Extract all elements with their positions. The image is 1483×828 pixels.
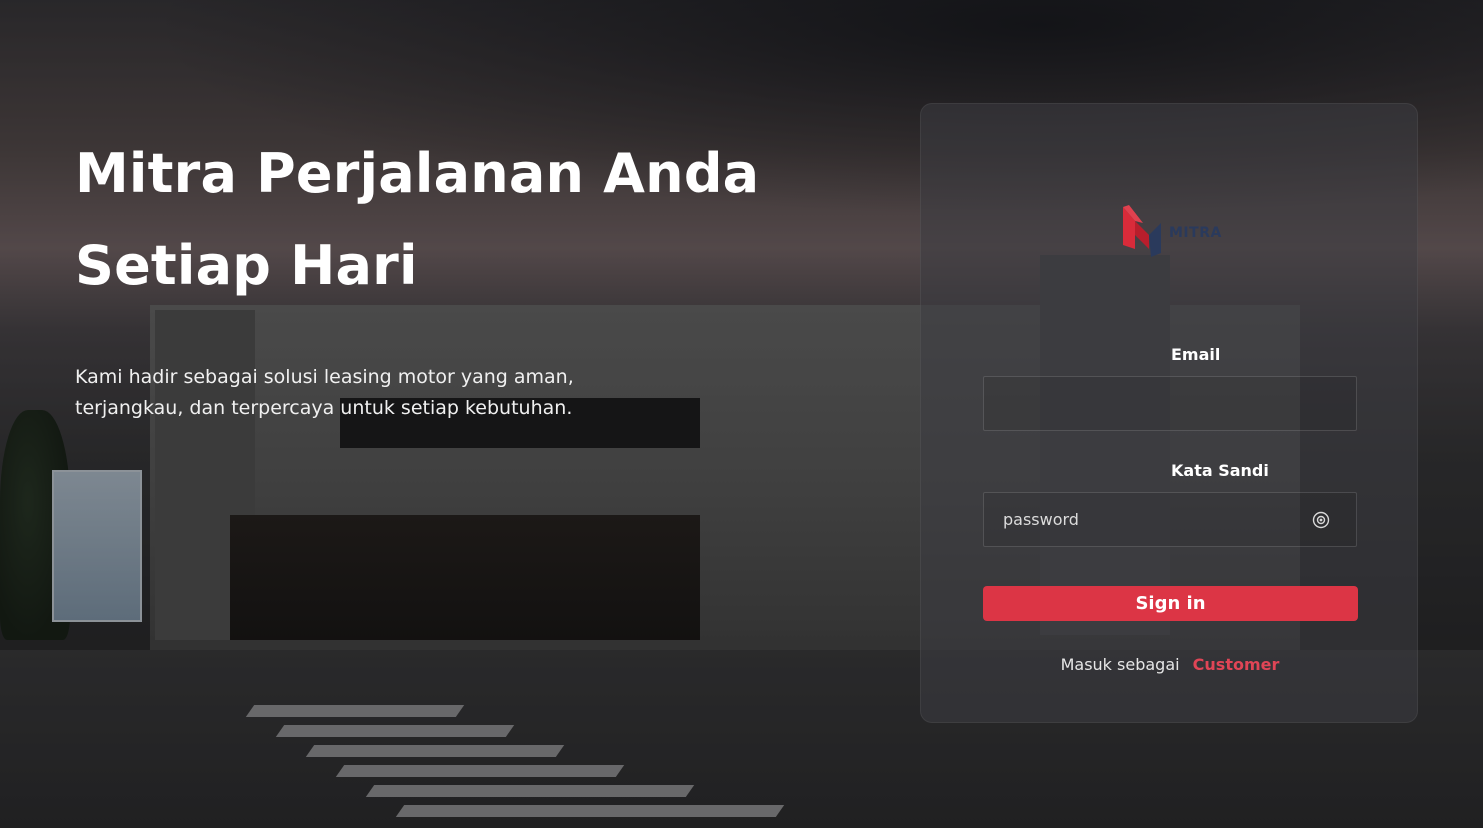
mitra-logo: MITRA <box>1121 201 1231 259</box>
hero-section: Mitra Perjalanan Anda Setiap Hari Kami h… <box>75 128 795 424</box>
password-field-wrapper <box>983 492 1357 547</box>
login-card: MITRA Email Kata Sandi Sign in Masuk seb… <box>920 103 1418 723</box>
sign-in-button[interactable]: Sign in <box>983 586 1358 621</box>
password-label: Kata Sandi <box>1171 461 1269 480</box>
mitra-logo-icon <box>1123 205 1161 257</box>
role-switch: Masuk sebagai Customer <box>921 655 1419 674</box>
email-field[interactable] <box>984 377 1356 430</box>
logo-text: MITRA <box>1169 225 1222 241</box>
email-label: Email <box>1171 345 1221 364</box>
hero-title: Mitra Perjalanan Anda Setiap Hari <box>75 128 795 312</box>
hero-title-line2: Setiap Hari <box>75 234 418 297</box>
eye-icon[interactable] <box>1312 511 1330 529</box>
password-field[interactable] <box>984 493 1356 546</box>
hero-subtitle: Kami hadir sebagai solusi leasing motor … <box>75 366 574 419</box>
login-page: Mitra Perjalanan Anda Setiap Hari Kami h… <box>0 0 1483 828</box>
email-field-wrapper <box>983 376 1357 431</box>
role-switch-text: Masuk sebagai <box>1060 655 1180 674</box>
customer-login-link[interactable]: Customer <box>1193 655 1280 674</box>
hero-title-line1: Mitra Perjalanan Anda <box>75 142 760 205</box>
